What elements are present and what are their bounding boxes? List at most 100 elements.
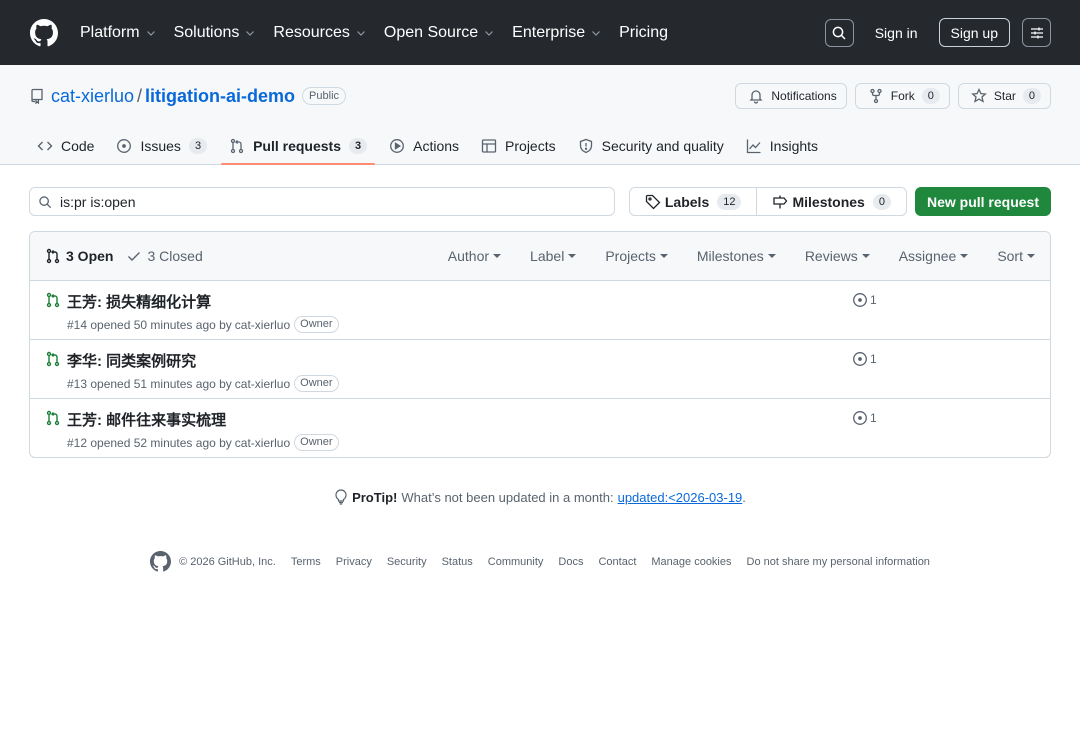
repo-title-row: cat-xierluo / litigation-ai-demo Public … bbox=[30, 82, 1051, 110]
nav-pricing-label: Pricing bbox=[619, 23, 668, 41]
nav-pricing[interactable]: Pricing bbox=[619, 24, 668, 42]
sign-up-button[interactable]: Sign up bbox=[938, 18, 1010, 47]
nav-solutions-label: Solutions bbox=[173, 23, 240, 41]
global-nav: Platform Solutions Resources Open Source… bbox=[80, 24, 825, 42]
star-icon bbox=[971, 88, 987, 103]
label-filter[interactable]: Label bbox=[530, 248, 577, 264]
fork-label: Fork bbox=[890, 89, 915, 103]
footer-link-security[interactable]: Security bbox=[387, 556, 427, 568]
pr-author-link[interactable]: cat-xierluo bbox=[235, 436, 290, 450]
projects-filter[interactable]: Projects bbox=[605, 248, 668, 264]
linked-issues-count: 1 bbox=[870, 411, 877, 425]
labels-button[interactable]: Labels 12 bbox=[630, 188, 757, 215]
author-filter-label: Author bbox=[447, 248, 490, 264]
pr-row: 李华: 同类案例研究 #13 opened 51 minutes ago by … bbox=[30, 340, 1050, 399]
milestones-filter-label: Milestones bbox=[696, 248, 764, 264]
footer-link-manage-cookies[interactable]: Manage cookies bbox=[651, 556, 731, 568]
protip-link-group: updated:<2026-03-19. bbox=[618, 490, 746, 505]
pr-filter-input[interactable]: is:pr is:open bbox=[29, 187, 615, 216]
sort-filter[interactable]: Sort bbox=[997, 248, 1035, 264]
nav-enterprise[interactable]: Enterprise bbox=[512, 24, 601, 42]
tab-actions[interactable]: Actions bbox=[382, 128, 466, 164]
assignee-filter-label: Assignee bbox=[898, 248, 957, 264]
pr-title-link[interactable]: 王芳: 损失精细化计算 bbox=[67, 291, 211, 312]
tab-security[interactable]: Security and quality bbox=[571, 128, 731, 164]
tab-pull-requests[interactable]: Pull requests 3 bbox=[221, 128, 376, 165]
star-button[interactable]: Star 0 bbox=[957, 83, 1051, 109]
tab-insights[interactable]: Insights bbox=[739, 128, 825, 164]
repo-owner-link[interactable]: cat-xierluo bbox=[51, 86, 134, 107]
open-prs-toggle[interactable]: 3 Open bbox=[45, 248, 113, 264]
pr-filter-value: is:pr is:open bbox=[60, 193, 136, 210]
tab-code[interactable]: Code bbox=[30, 128, 101, 164]
label-filter-label: Label bbox=[530, 248, 565, 264]
new-pull-request-button[interactable]: New pull request bbox=[914, 187, 1051, 216]
repo-actions: Notifications Fork 0 Star 0 bbox=[735, 83, 1051, 109]
linked-issues-indicator[interactable]: 1 bbox=[852, 351, 877, 367]
issue-open-icon bbox=[117, 139, 132, 153]
footer-link-privacy[interactable]: Privacy bbox=[336, 556, 372, 568]
closed-prs-toggle[interactable]: 3 Closed bbox=[126, 248, 203, 264]
tab-projects[interactable]: Projects bbox=[474, 128, 563, 164]
linked-issues-indicator[interactable]: 1 bbox=[852, 410, 877, 426]
repo-header: cat-xierluo / litigation-ai-demo Public … bbox=[0, 65, 1080, 165]
footer-link-docs[interactable]: Docs bbox=[558, 556, 583, 568]
visibility-badge: Public bbox=[302, 87, 347, 105]
pr-author-link[interactable]: cat-xierluo bbox=[235, 377, 290, 391]
pr-author-link[interactable]: cat-xierluo bbox=[235, 318, 290, 332]
milestones-filter[interactable]: Milestones bbox=[697, 248, 776, 264]
nav-open-source[interactable]: Open Source bbox=[384, 24, 494, 42]
pr-title-link[interactable]: 王芳: 邮件往来事实梳理 bbox=[67, 409, 226, 430]
search-button[interactable] bbox=[824, 18, 854, 47]
tab-issues[interactable]: Issues 3 bbox=[109, 128, 214, 164]
nav-resources[interactable]: Resources bbox=[273, 24, 365, 42]
pr-meta: #12 opened 52 minutes ago by cat-xierluo… bbox=[67, 434, 339, 451]
tab-actions-label: Actions bbox=[413, 138, 460, 154]
owner-badge: Owner bbox=[294, 375, 339, 392]
footer-link-status[interactable]: Status bbox=[442, 556, 473, 568]
caret-down-icon bbox=[493, 254, 502, 258]
milestones-button[interactable]: Milestones 0 bbox=[756, 188, 905, 215]
author-filter[interactable]: Author bbox=[447, 248, 502, 264]
issue-open-icon bbox=[853, 352, 867, 366]
assignee-filter[interactable]: Assignee bbox=[899, 248, 969, 264]
search-icon bbox=[39, 195, 52, 208]
github-logo-icon[interactable] bbox=[30, 18, 58, 47]
protip-query-link[interactable]: updated:<2026-03-19 bbox=[618, 490, 743, 505]
linked-issues-count: 1 bbox=[870, 293, 877, 307]
table-icon bbox=[481, 139, 497, 153]
footer-link-community[interactable]: Community bbox=[488, 556, 544, 568]
notifications-label: Notifications bbox=[771, 89, 837, 103]
pull-request-open-icon bbox=[46, 292, 60, 308]
star-label: Star bbox=[993, 89, 1016, 103]
linked-issues-indicator[interactable]: 1 bbox=[852, 292, 877, 308]
linked-issues-count: 1 bbox=[870, 352, 877, 366]
graph-icon bbox=[746, 139, 761, 154]
star-count: 0 bbox=[1022, 88, 1041, 104]
issue-open-icon bbox=[853, 293, 867, 307]
reviews-filter[interactable]: Reviews bbox=[805, 248, 870, 264]
nav-platform-label: Platform bbox=[80, 23, 140, 41]
footer-link-do-not-share[interactable]: Do not share my personal information bbox=[747, 556, 930, 568]
nav-solutions[interactable]: Solutions bbox=[174, 24, 256, 42]
fork-button[interactable]: Fork 0 bbox=[854, 83, 950, 109]
sign-in-link[interactable]: Sign in bbox=[875, 25, 918, 41]
nav-platform[interactable]: Platform bbox=[80, 24, 156, 42]
tab-code-label: Code bbox=[61, 138, 95, 154]
global-header: Platform Solutions Resources Open Source… bbox=[0, 0, 1080, 65]
pr-list-header: 3 Open 3 Closed Author Label Projects Mi… bbox=[30, 232, 1050, 281]
pr-title-link[interactable]: 李华: 同类案例研究 bbox=[67, 350, 196, 371]
protip: ProTip! What’s not been updated in a mon… bbox=[0, 489, 1080, 505]
github-logo-icon[interactable] bbox=[150, 551, 172, 572]
labels-milestones-group: Labels 12 Milestones 0 bbox=[628, 187, 907, 216]
repo-name-link[interactable]: litigation-ai-demo bbox=[145, 86, 295, 107]
footer: © 2026 GitHub, Inc. Terms Privacy Securi… bbox=[0, 551, 1080, 572]
footer-link-contact[interactable]: Contact bbox=[598, 556, 636, 568]
owner-badge: Owner bbox=[294, 434, 339, 451]
footer-link-terms[interactable]: Terms bbox=[291, 556, 321, 568]
tab-projects-label: Projects bbox=[505, 138, 556, 154]
fork-count: 0 bbox=[921, 88, 940, 104]
menu-button[interactable] bbox=[1022, 18, 1051, 47]
notifications-button[interactable]: Notifications bbox=[735, 83, 847, 109]
tag-icon bbox=[645, 194, 661, 209]
